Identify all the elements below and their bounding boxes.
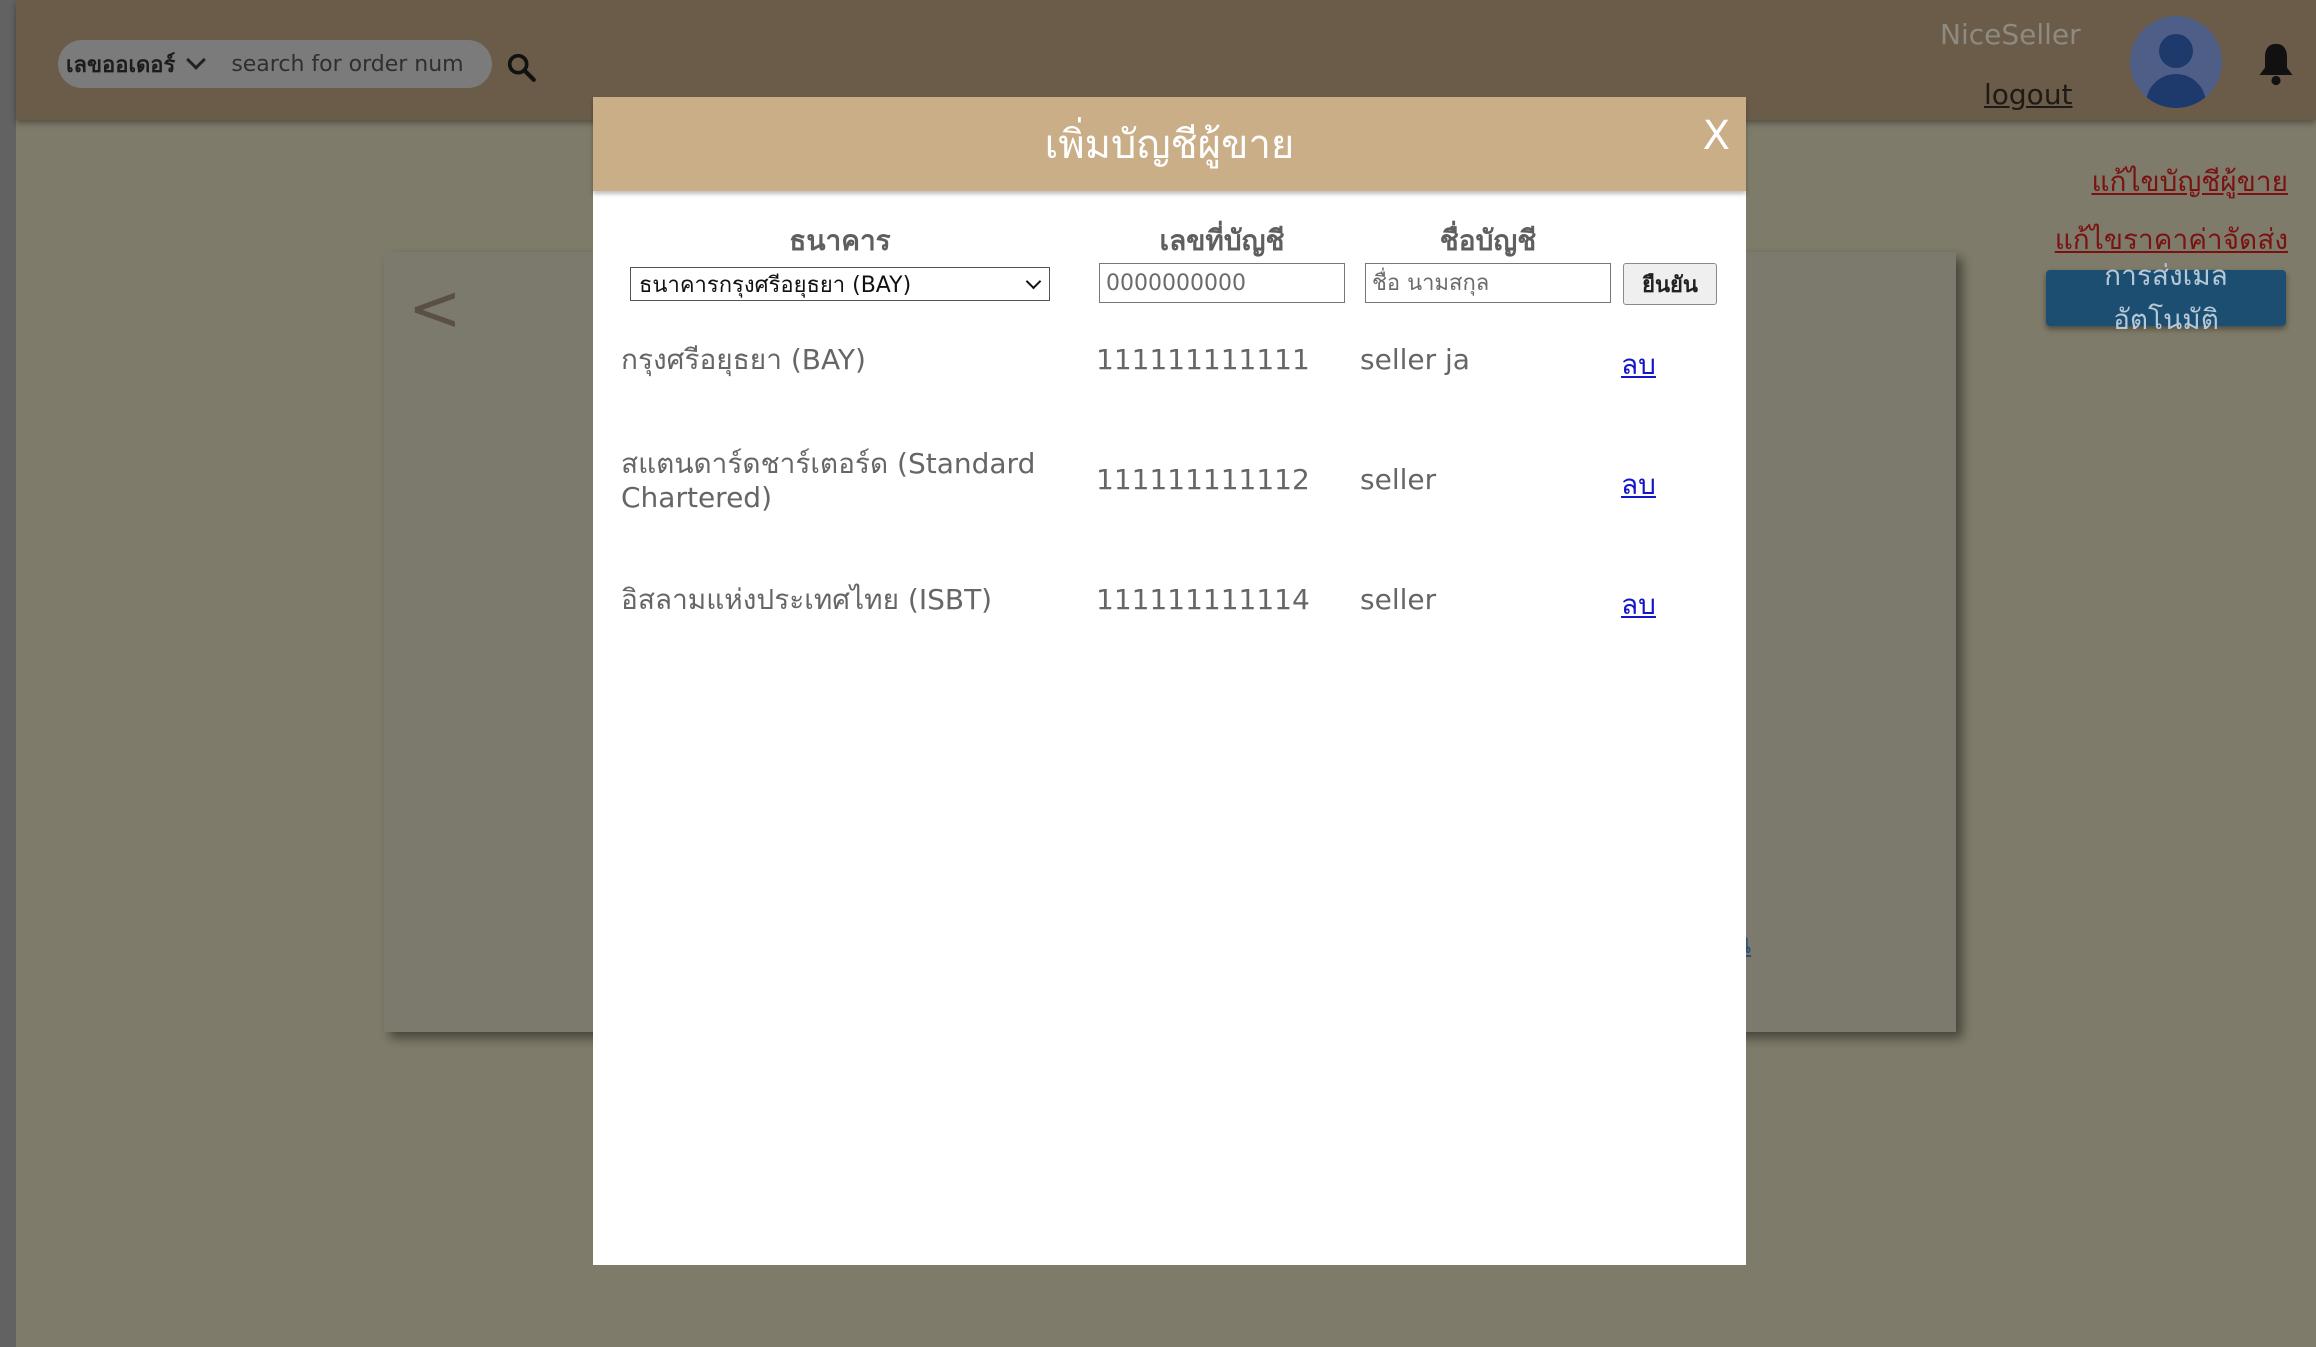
- delete-account-link[interactable]: ลบ: [1621, 463, 1656, 507]
- bank-select[interactable]: ธนาคารกรุงศรีอยุธยา (BAY): [630, 267, 1050, 301]
- account-name-input[interactable]: [1365, 263, 1611, 303]
- bell-icon[interactable]: [2254, 40, 2298, 88]
- user-avatar-icon[interactable]: [2130, 16, 2222, 108]
- order-search-box: เลขออเดอร์: [58, 40, 492, 88]
- bank-select-value: ธนาคารกรุงศรีอยุธยา (BAY): [639, 272, 912, 298]
- logout-link[interactable]: logout: [1984, 78, 2073, 111]
- add-seller-account-modal: เพิ่มบัญชีผู้ขาย X ธนาคาร เลขที่บัญชี ชื…: [593, 97, 1746, 1265]
- account-bank: สแตนดาร์ดชาร์เตอร์ด (Standard Chartered): [621, 447, 1036, 514]
- account-number: 111111111112: [1096, 463, 1310, 496]
- account-name: seller: [1360, 463, 1437, 496]
- account-number-label: เลขที่บัญชี: [1159, 224, 1285, 257]
- account-bank: กรุงศรีอยุธยา (BAY): [621, 343, 866, 376]
- order-search-input[interactable]: [229, 50, 474, 78]
- close-icon[interactable]: X: [1703, 113, 1730, 159]
- search-type-label: เลขออเดอร์: [66, 52, 176, 78]
- delete-account-link[interactable]: ลบ: [1621, 343, 1656, 387]
- chevron-down-icon: [186, 50, 207, 70]
- account-name: seller ja: [1360, 343, 1470, 376]
- back-arrow-icon[interactable]: <: [408, 272, 462, 346]
- auto-mail-button[interactable]: การส่งเมลอัตโนมัติ: [2046, 259, 2286, 336]
- modal-title: เพิ่มบัญชีผู้ขาย: [1044, 122, 1295, 168]
- account-name-label: ชื่อบัญชี: [1439, 224, 1537, 257]
- delete-account-link[interactable]: ลบ: [1621, 583, 1656, 627]
- account-number-input[interactable]: [1099, 263, 1345, 303]
- account-bank: อิสลามแห่งประเทศไทย (ISBT): [621, 583, 993, 616]
- edit-seller-account-link[interactable]: แก้ไขบัญชีผู้ขาย: [2091, 160, 2288, 204]
- search-icon[interactable]: [504, 50, 538, 84]
- left-edge-strip: [0, 0, 16, 1347]
- account-name: seller: [1360, 583, 1437, 616]
- bank-label: ธนาคาร: [789, 224, 891, 257]
- chevron-down-icon: [1025, 273, 1042, 290]
- modal-header: เพิ่มบัญชีผู้ขาย X: [593, 97, 1746, 191]
- account-number: 111111111114: [1096, 583, 1310, 616]
- account-number: 111111111111: [1096, 343, 1310, 376]
- confirm-button[interactable]: ยืนยัน: [1623, 263, 1717, 305]
- search-type-select[interactable]: เลขออเดอร์: [66, 47, 207, 82]
- username-label: NiceSeller: [1940, 18, 2081, 51]
